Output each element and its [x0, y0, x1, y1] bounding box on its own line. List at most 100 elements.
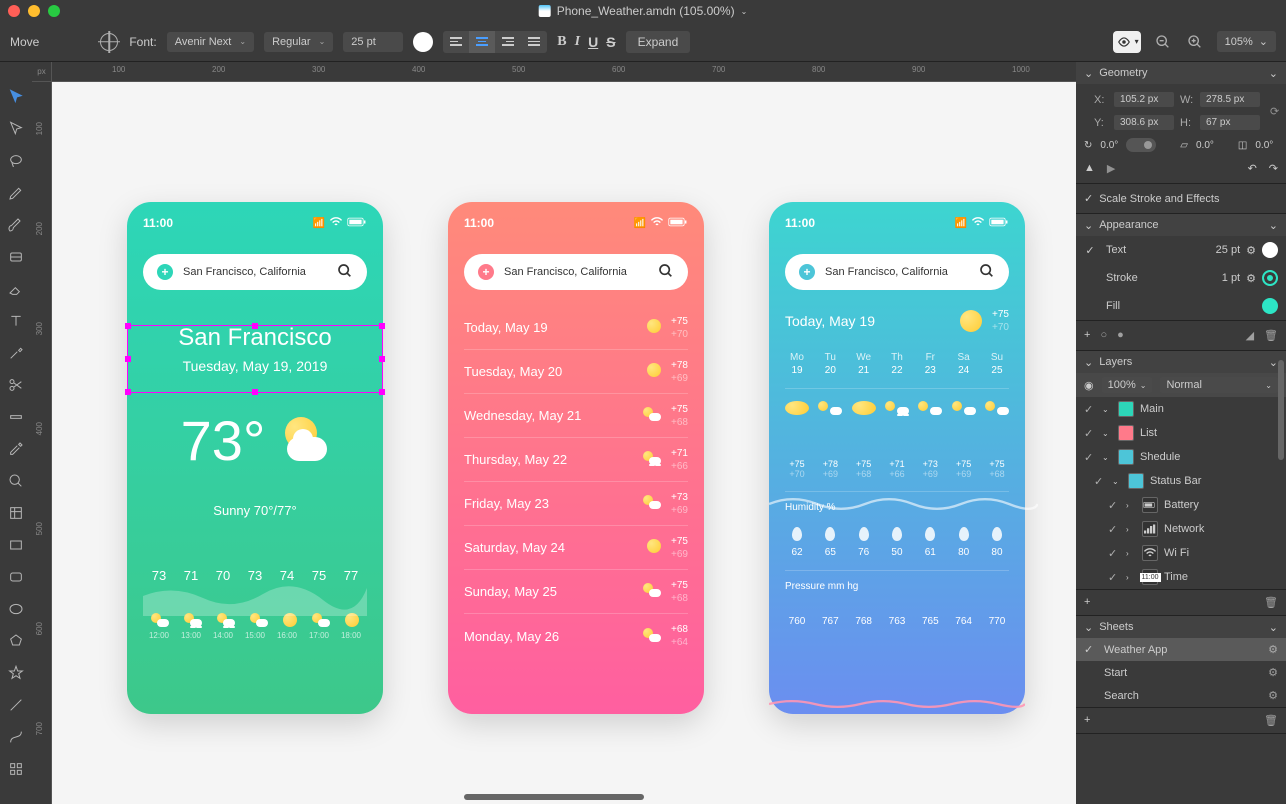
gear-icon[interactable]: ⚙ [1246, 272, 1256, 285]
filled-circle-icon[interactable]: ● [1117, 329, 1124, 342]
layer-opacity-input[interactable]: 100%⌄ [1102, 377, 1153, 393]
shear-h-input[interactable]: ▱0.0° [1180, 138, 1214, 152]
layer-visibility-toggle[interactable]: ✓ [1108, 499, 1120, 512]
eyedropper-tool[interactable] [7, 344, 25, 362]
shear-v-input[interactable]: ◫0.0° [1238, 138, 1273, 152]
stroke-color-swatch[interactable] [1262, 270, 1278, 286]
scissors-tool[interactable] [7, 376, 25, 394]
canvas[interactable]: 11:00 📶 + San Francisco, California San … [52, 82, 1076, 804]
appearance-text-row[interactable]: ✓Text 25 pt⚙ [1076, 236, 1286, 264]
add-location-icon[interactable]: + [157, 264, 173, 280]
layer-visibility-toggle[interactable]: ✓ [1108, 547, 1120, 560]
ruler-origin[interactable]: px [32, 62, 52, 82]
forecast-row[interactable]: Wednesday, May 21+75+68 [464, 394, 688, 438]
ellipse-tool[interactable] [7, 600, 25, 618]
layer-row[interactable]: ✓⌄Shedule [1076, 445, 1286, 469]
artboard-list[interactable]: 11:00 📶 + San Francisco, California Toda… [448, 202, 704, 714]
forecast-row[interactable]: Today, May 19+75+70 [464, 306, 688, 350]
fullscreen-window-button[interactable] [48, 5, 60, 17]
text-tool[interactable] [7, 312, 25, 330]
pen-tool[interactable] [7, 184, 25, 202]
add-layer-button[interactable]: + [1084, 596, 1090, 609]
panel-menu-icon[interactable]: ⌄ [1269, 356, 1278, 369]
forecast-row[interactable]: Friday, May 23+73+69 [464, 482, 688, 526]
brush-tool[interactable] [7, 216, 25, 234]
layer-row[interactable]: ✓›Wi Fi [1076, 541, 1286, 565]
gear-icon[interactable]: ⚙ [1268, 666, 1278, 679]
shape-builder-tool[interactable] [7, 248, 25, 266]
zoom-out-button[interactable] [1153, 32, 1173, 52]
color-picker-tool[interactable] [7, 440, 25, 458]
layer-row[interactable]: ✓⌄Status Bar [1076, 469, 1286, 493]
fill-color-swatch[interactable] [1262, 298, 1278, 314]
layer-row[interactable]: ✓›Battery [1076, 493, 1286, 517]
zoom-tool[interactable] [7, 472, 25, 490]
text-color-swatch[interactable] [413, 32, 433, 52]
layers-eye-icon[interactable]: ◉ [1084, 379, 1094, 392]
search-icon[interactable] [979, 263, 995, 282]
add-sheet-button[interactable]: + [1084, 714, 1090, 727]
add-location-icon[interactable]: + [799, 264, 815, 280]
circle-icon[interactable]: ○ [1100, 329, 1107, 342]
canvas-viewport[interactable]: px 1002003004005006007008009001000 10020… [32, 62, 1076, 804]
curve-tool[interactable] [7, 728, 25, 746]
align-left-button[interactable] [443, 31, 469, 53]
grid-tool[interactable] [7, 760, 25, 778]
underline-button[interactable]: U [588, 34, 598, 50]
appearance-stroke-row[interactable]: Stroke 1 pt⚙ [1076, 264, 1286, 292]
search-bar[interactable]: + San Francisco, California [785, 254, 1009, 290]
origin-target-icon[interactable] [99, 32, 119, 52]
forecast-row[interactable]: Sunday, May 25+75+68 [464, 570, 688, 614]
layer-visibility-toggle[interactable]: ✓ [1108, 523, 1120, 536]
zoom-level-dropdown[interactable]: 105%⌄ [1217, 31, 1276, 52]
gear-icon[interactable]: ⚙ [1268, 643, 1278, 656]
appearance-fill-row[interactable]: Fill [1076, 292, 1286, 320]
panel-menu-icon[interactable]: ⌄ [1269, 67, 1278, 80]
redo-button[interactable]: ↷ [1269, 162, 1278, 175]
add-appearance-button[interactable]: + [1084, 329, 1090, 342]
delete-sheet-button[interactable]: 🗑 [1264, 714, 1278, 727]
star-tool[interactable] [7, 664, 25, 682]
strikethrough-button[interactable]: S [606, 34, 615, 50]
rounded-rect-tool[interactable] [7, 568, 25, 586]
layer-visibility-toggle[interactable]: ✓ [1084, 427, 1096, 440]
align-justify-button[interactable] [521, 31, 547, 53]
delete-appearance-button[interactable]: 🗑 [1264, 329, 1278, 342]
sheets-panel-header[interactable]: ⌄Sheets ⌄ [1076, 616, 1286, 638]
font-size-input[interactable]: 25 pt [343, 32, 403, 52]
layer-row[interactable]: ✓⌄List [1076, 421, 1286, 445]
rotation-input[interactable]: ↻0.0° [1084, 138, 1156, 152]
collapse-icon[interactable]: ⌄ [1084, 621, 1093, 634]
layer-row[interactable]: ✓›Network [1076, 517, 1286, 541]
flip-vertical-button[interactable]: ▶ [1107, 162, 1115, 175]
search-icon[interactable] [658, 263, 674, 282]
gear-icon[interactable]: ⚙ [1268, 689, 1278, 702]
horizontal-scrollbar[interactable] [464, 794, 644, 800]
effect-icon[interactable]: ◢ [1246, 329, 1254, 342]
geometry-y-input[interactable]: 308.6 px [1114, 115, 1174, 130]
gradient-tool[interactable] [7, 408, 25, 426]
panel-menu-icon[interactable]: ⌄ [1269, 621, 1278, 634]
search-icon[interactable] [337, 263, 353, 282]
add-location-icon[interactable]: + [478, 264, 494, 280]
align-right-button[interactable] [495, 31, 521, 53]
layer-visibility-toggle[interactable]: ✓ [1084, 403, 1096, 416]
sheet-row[interactable]: ✓Weather App⚙ [1076, 638, 1286, 661]
appearance-panel-header[interactable]: ⌄Appearance ⌄ [1076, 214, 1286, 236]
collapse-icon[interactable]: ⌄ [1084, 67, 1093, 80]
search-bar[interactable]: + San Francisco, California [143, 254, 367, 290]
sheet-row[interactable]: Search⚙ [1076, 684, 1286, 707]
layer-visibility-toggle[interactable]: ✓ [1094, 475, 1106, 488]
preview-button[interactable]: ▾ [1113, 31, 1141, 53]
polygon-tool[interactable] [7, 632, 25, 650]
layers-panel-header[interactable]: ⌄Layers ⌄ [1076, 351, 1286, 373]
bold-button[interactable]: B [557, 34, 566, 50]
vertical-scrollbar[interactable] [1278, 360, 1284, 460]
selection-box[interactable] [127, 325, 383, 393]
expand-button[interactable]: Expand [626, 31, 691, 53]
undo-button[interactable]: ↶ [1248, 162, 1257, 175]
artboard-schedule[interactable]: 11:00 📶 + San Francisco, California Toda… [769, 202, 1025, 714]
move-tool[interactable] [7, 88, 25, 106]
forecast-row[interactable]: Monday, May 26+68+64 [464, 614, 688, 658]
close-window-button[interactable] [8, 5, 20, 17]
